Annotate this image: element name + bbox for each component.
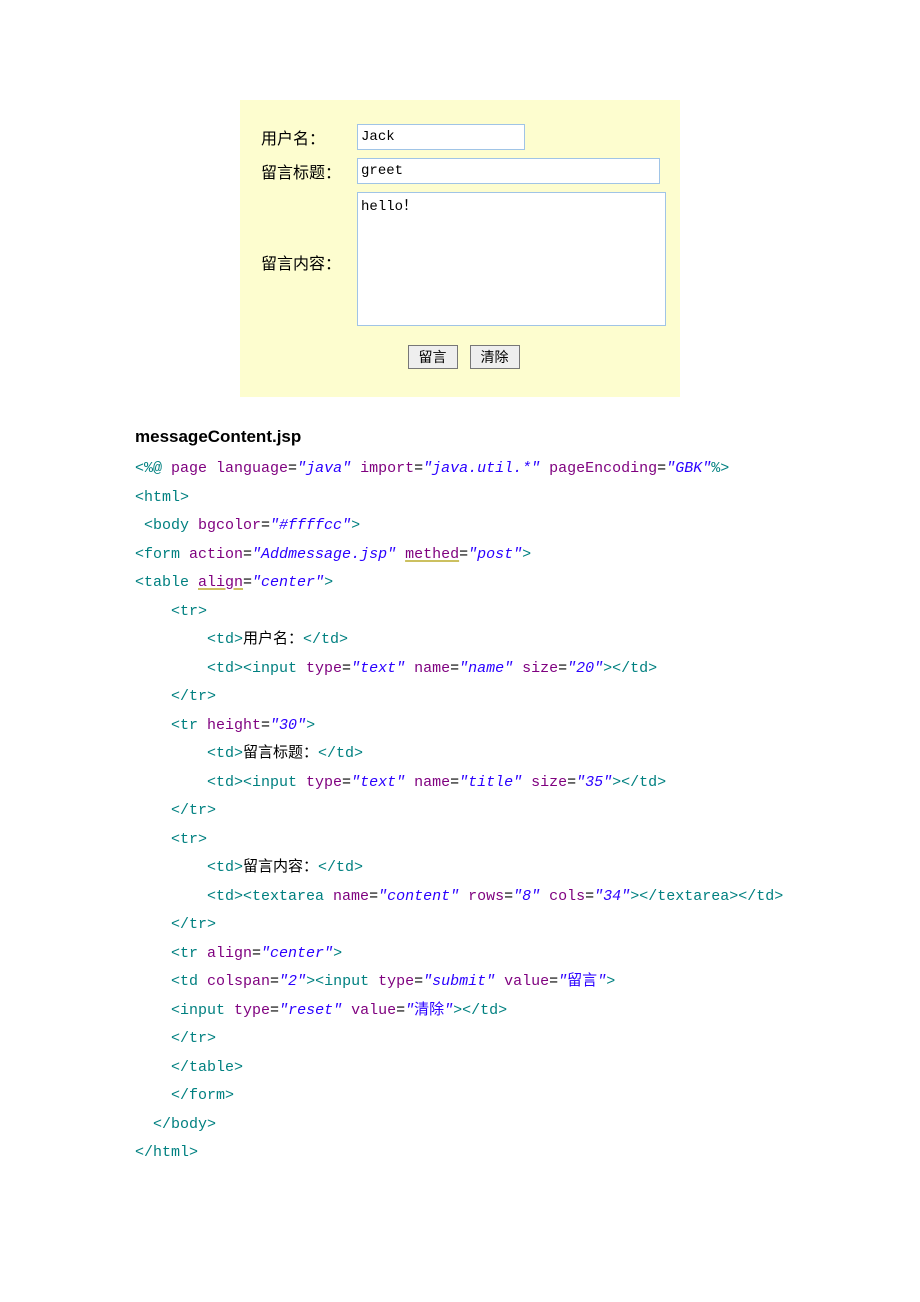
- row-username: 用户名：: [255, 120, 672, 154]
- label-content: 留言内容：: [255, 188, 351, 335]
- form-table: 用户名： 留言标题： 留言内容：: [255, 120, 672, 373]
- reset-button[interactable]: [470, 345, 520, 369]
- content-textarea[interactable]: [357, 192, 666, 326]
- username-input[interactable]: [357, 124, 525, 150]
- row-title: 留言标题：: [255, 154, 672, 188]
- code-block: <%@ page language="java" import="java.ut…: [135, 455, 785, 1168]
- label-username: 用户名：: [255, 120, 351, 154]
- submit-button[interactable]: [408, 345, 458, 369]
- label-title: 留言标题：: [255, 154, 351, 188]
- row-content: 留言内容：: [255, 188, 672, 335]
- title-input[interactable]: [357, 158, 660, 184]
- filename-heading: messageContent.jsp: [135, 427, 785, 447]
- form-preview: 用户名： 留言标题： 留言内容：: [240, 100, 680, 397]
- row-buttons: [255, 335, 672, 373]
